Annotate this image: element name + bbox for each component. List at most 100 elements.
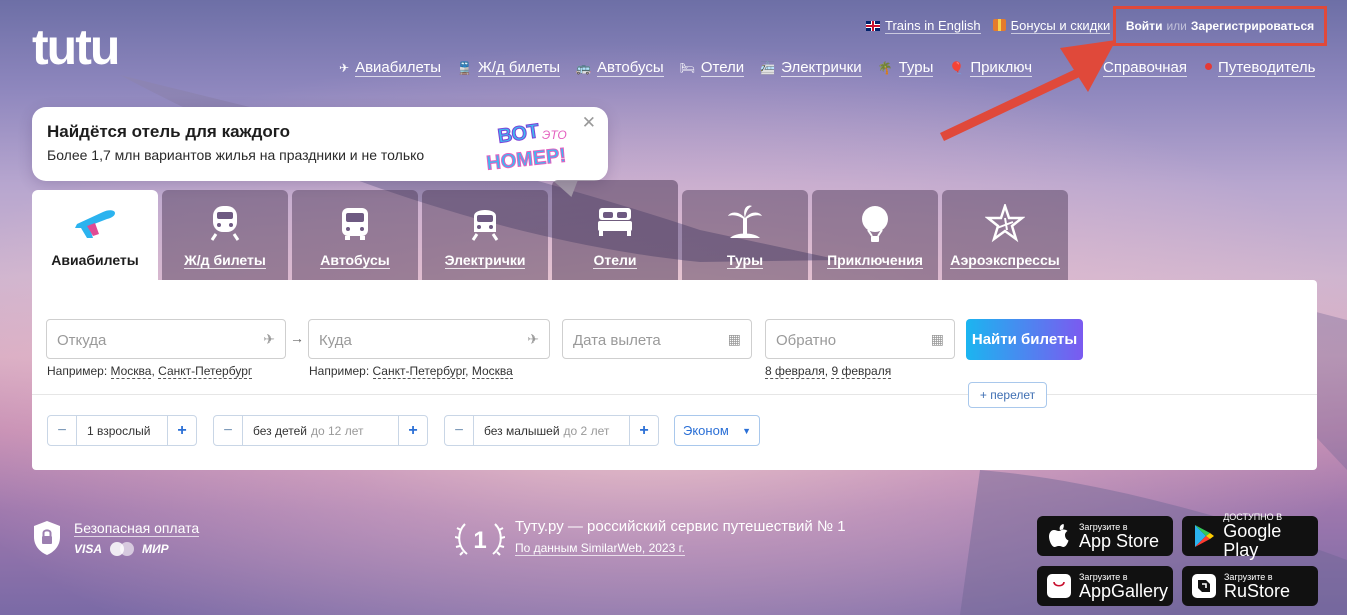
palm-icon: [682, 204, 808, 242]
children-label: без детей: [253, 423, 307, 438]
app-store-button[interactable]: Загрузите в App Store: [1037, 516, 1173, 556]
to-field[interactable]: Куда ✈: [308, 319, 550, 359]
payment-methods: VISA МИР: [74, 542, 199, 556]
rank-source-link[interactable]: По данным SimilarWeb, 2023 г.: [515, 541, 685, 556]
plane-icon: ✈: [527, 331, 539, 347]
hint-prefix: Например:: [309, 364, 370, 378]
tab-avia[interactable]: Авиабилеты: [32, 190, 158, 280]
nav-label: Авиабилеты: [355, 59, 441, 77]
promo-subtitle: Более 1,7 млн вариантов жилья на праздни…: [47, 147, 425, 163]
suburban-train-icon: [422, 204, 548, 242]
hint-link[interactable]: 9 февраля: [831, 364, 892, 379]
store-big-label: App Store: [1079, 530, 1160, 551]
gift-icon: [992, 19, 1006, 31]
hint-link[interactable]: Санкт-Петербург: [372, 364, 466, 379]
nav-item-bus[interactable]: 🚌 Автобусы: [576, 59, 664, 77]
balloon-icon: 🎈: [949, 61, 965, 75]
find-tickets-button[interactable]: Найти билеты: [966, 319, 1083, 360]
adults-value: 1 взрослый: [76, 416, 168, 445]
add-flight-button[interactable]: + перелет: [968, 382, 1047, 408]
hint-link[interactable]: 8 февраля: [765, 364, 825, 379]
secure-payment-link[interactable]: Безопасная оплата: [74, 520, 200, 537]
promo-badge-icon: ВОТ ЭТО НОМЕР!: [485, 120, 568, 171]
appgallery-button[interactable]: Загрузите в AppGallery: [1037, 566, 1173, 606]
register-link[interactable]: Зарегистрироваться: [1191, 19, 1314, 33]
tab-suburban[interactable]: Электрички: [422, 190, 548, 280]
tab-label: Приключения: [827, 252, 923, 269]
plus-button[interactable]: +: [399, 416, 427, 445]
tutu-logo[interactable]: tutu: [32, 19, 192, 77]
trains-in-english-link[interactable]: Trains in English: [866, 18, 981, 34]
minus-button[interactable]: −: [214, 416, 242, 445]
apple-icon: [1047, 524, 1071, 548]
hint-link[interactable]: Москва: [471, 364, 513, 379]
hint-link[interactable]: Санкт-Петербург: [158, 364, 253, 379]
calendar-icon: ▦: [727, 331, 741, 347]
rank-block: 1 Туту.ру — российский сервис путешестви…: [455, 518, 846, 560]
login-link[interactable]: Войти: [1126, 19, 1163, 33]
logo-text: tutu: [32, 24, 118, 72]
bonuses-label[interactable]: Бонусы и скидки: [1010, 18, 1111, 34]
calendar-icon: ▦: [930, 331, 944, 347]
shield-icon: [34, 521, 60, 555]
rustore-button[interactable]: Загрузите в RuStore: [1182, 566, 1318, 606]
rank-number: 1: [473, 527, 486, 554]
return-placeholder: Обратно: [776, 332, 837, 349]
return-date-field[interactable]: Обратно ▦: [765, 319, 955, 359]
nav-label: Отели: [700, 59, 745, 77]
store-small-label: Загрузите в: [1079, 521, 1128, 532]
tab-bus[interactable]: Автобусы: [292, 190, 418, 280]
plus-button[interactable]: +: [630, 416, 658, 445]
caret-down-icon: ▼: [742, 425, 751, 436]
suburban-train-icon: 🚈: [760, 61, 776, 75]
store-small-label: Загрузите в: [1224, 571, 1273, 582]
google-play-button[interactable]: ДОСТУПНО В Google Play: [1182, 512, 1318, 560]
departure-date-field[interactable]: Дата вылета ▦: [562, 319, 752, 359]
tab-tours[interactable]: Туры: [682, 190, 808, 280]
adults-stepper: − 1 взрослый +: [47, 415, 197, 446]
infants-value: без малышей до 2 лет: [473, 416, 630, 445]
minus-button[interactable]: −: [48, 416, 76, 445]
minus-button[interactable]: −: [445, 416, 473, 445]
hint-prefix: Например:: [47, 364, 108, 378]
tab-label: Отели: [593, 252, 637, 269]
nav-item-reference[interactable]: Справочная: [1103, 59, 1188, 77]
date-placeholder: Дата вылета: [573, 332, 661, 349]
nav-label: Автобусы: [597, 59, 664, 77]
tab-adventures[interactable]: Приключения: [812, 190, 938, 280]
huawei-icon: [1047, 574, 1071, 598]
bonuses-link[interactable]: Бонусы и скидки: [992, 18, 1111, 34]
tab-aeroexpress[interactable]: Аэроэкспрессы: [942, 190, 1068, 280]
store-big-label: AppGallery: [1079, 580, 1169, 601]
nav-item-avia[interactable]: ✈ Авиабилеты: [339, 59, 441, 77]
nav-item-train[interactable]: 🚆 Ж/д билеты: [457, 59, 561, 77]
trains-in-english-label[interactable]: Trains in English: [885, 18, 981, 34]
bed-icon: 🛏: [679, 61, 695, 75]
nav-item-guide[interactable]: Путеводитель: [1205, 59, 1316, 77]
tab-train[interactable]: Ж/д билеты: [162, 190, 288, 280]
plus-button[interactable]: +: [168, 416, 196, 445]
nav-item-tours[interactable]: 🌴 Туры: [878, 59, 934, 77]
new-dot-icon: [1205, 63, 1213, 70]
nav-item-adventures[interactable]: 🎈 Приключ: [949, 59, 1033, 77]
from-hint: Например: Москва, Санкт-Петербург: [47, 364, 253, 379]
laurel-icon: 1: [455, 523, 505, 556]
plane-icon: ✈: [263, 331, 275, 347]
top-links: Trains in English Бонусы и скидки: [866, 18, 1111, 34]
from-field[interactable]: Откуда ✈: [46, 319, 286, 359]
promo-banner[interactable]: Найдётся отель для каждого Более 1,7 млн…: [32, 107, 608, 181]
nav-label: Приключ: [970, 59, 1033, 77]
plane-icon: ✈: [339, 61, 350, 75]
hint-link[interactable]: Москва: [110, 364, 152, 379]
arrow-right-icon[interactable]: →: [290, 330, 304, 346]
infants-label: без малышей: [484, 423, 560, 438]
mastercard-icon: [110, 542, 135, 556]
tab-hotels[interactable]: Отели: [552, 180, 678, 280]
class-select[interactable]: Эконом ▼: [674, 415, 760, 446]
close-icon[interactable]: ✕: [582, 113, 596, 133]
to-hint: Например: Санкт-Петербург, Москва: [309, 364, 513, 379]
promo-badge-line1: ВОТ: [496, 120, 540, 148]
class-label: Эконом: [683, 423, 729, 438]
nav-item-hotels[interactable]: 🛏 Отели: [680, 59, 745, 77]
nav-item-suburban[interactable]: 🚈 Электрички: [760, 59, 862, 77]
